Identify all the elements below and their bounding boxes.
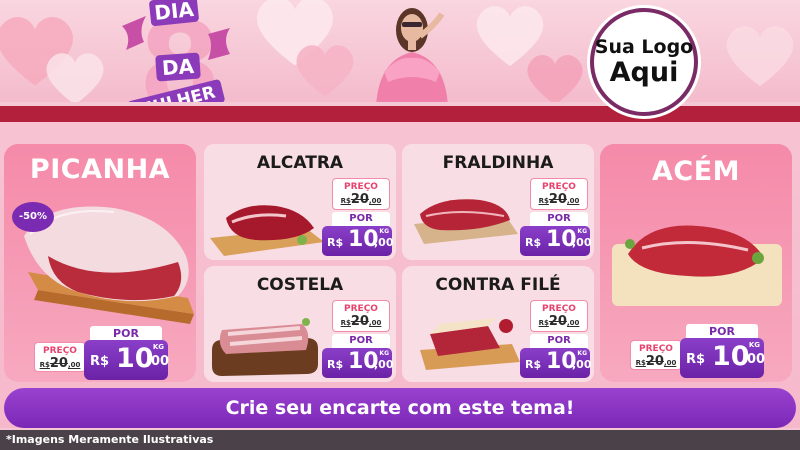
old-price-value: 20 [350,192,369,207]
old-price-value: 20 [350,314,369,329]
new-price-box: R$ 10 ,00 KG [520,226,592,256]
heart-decoration-icon [720,20,800,90]
old-price-cents: ,00 [368,197,382,205]
old-price-cents: ,00 [566,319,580,327]
price-unit: KG [152,343,164,351]
old-price: R$20,00 [333,193,389,208]
header-banner: 8 DIA DA MULHER Sua Logo Aqui [0,0,800,122]
alcatra-image [206,182,326,258]
old-price-box: PREÇO R$20,00 [34,342,86,372]
old-price-value: 20 [548,192,567,207]
product-title: FRALDINHA [442,153,554,173]
price-cents: ,00 [374,358,394,371]
woman-photo [362,2,462,108]
old-price-currency: R$ [538,319,549,327]
old-price-currency: R$ [39,361,50,369]
price-unit: KG [379,350,389,357]
old-price: R$20,00 [35,357,85,372]
old-price-cents: ,00 [67,361,81,369]
contra-file-image [416,308,526,374]
product-card-alcatra[interactable]: ALCATRA PREÇO R$20,00 POR R$ 10 ,00 KG [204,144,396,260]
price-cents: ,00 [572,236,592,249]
cta-banner[interactable]: Crie seu encarte com este tema! [4,388,796,428]
old-price-box: PREÇO R$20,00 [530,178,588,210]
product-title: ALCATRA [256,153,344,173]
old-price-value: 20 [645,354,664,369]
old-price-currency: R$ [538,197,549,205]
heart-decoration-icon [520,50,590,108]
old-price-box: PREÇO R$20,00 [332,178,390,210]
old-price-value: 20 [49,356,68,371]
new-price-box: R$ 10 ,00 KG [84,340,170,380]
price-cents: ,00 [572,358,592,371]
price-unit: KG [379,228,389,235]
heart-decoration-icon [290,40,360,100]
old-price-value: 20 [548,314,567,329]
new-price-box: R$ 10 ,00 KG [680,338,766,378]
new-price-box: R$ 10 ,00 KG [322,226,394,256]
por-label: POR [530,334,588,348]
old-price: R$20,00 [333,315,389,330]
product-title: CONTRA FILÉ [435,275,561,295]
header-stripe [0,106,800,122]
logo-text-da: DA [155,52,201,82]
price-unit: KG [577,350,587,357]
price-currency: R$ [525,358,542,371]
old-price: R$20,00 [531,315,587,330]
por-label: POR [332,334,390,348]
brand-logo-line2: Aqui [609,57,679,88]
old-price-box: PREÇO R$20,00 [530,300,588,332]
old-price: R$20,00 [531,193,587,208]
fraldinha-image [410,190,520,246]
acem-image [608,214,786,310]
old-price-currency: R$ [340,319,351,327]
new-price-box: R$ 10 ,00 KG [322,348,394,378]
product-card-fraldinha[interactable]: FRALDINHA PREÇO R$20,00 POR R$ 10 ,00 KG [402,144,594,260]
price-currency: R$ [327,358,344,371]
old-price-currency: R$ [340,197,351,205]
product-card-contra-file[interactable]: CONTRA FILÉ PREÇO R$20,00 POR R$ 10 ,00 … [402,266,594,382]
old-price-cents: ,00 [566,197,580,205]
old-price-cents: ,00 [663,359,677,367]
old-price-currency: R$ [635,359,646,367]
product-card-costela[interactable]: COSTELA PREÇO R$20,00 POR R$ 10 ,00 KG [204,266,396,382]
brand-logo-line1: Sua Logo [594,36,694,58]
featured-title: PICANHA [29,154,171,185]
price-currency: R$ [90,354,110,369]
price-unit: KG [748,341,760,349]
old-price-box: PREÇO R$20,00 [332,300,390,332]
por-label: POR [332,212,390,226]
old-price: R$20,00 [631,355,681,370]
price-cents: ,00 [374,236,394,249]
featured-card-picanha[interactable]: PICANHA PREÇO R$20,00 POR R$ 10 ,00 KG [4,144,196,382]
old-price-cents: ,00 [368,319,382,327]
price-unit: KG [577,228,587,235]
por-label: POR [530,212,588,226]
heart-decoration-icon [40,48,110,108]
new-price-box: R$ 10 ,00 KG [520,348,592,378]
brand-logo-placeholder[interactable]: Sua Logo Aqui [590,8,698,116]
price-currency: R$ [327,236,344,249]
featured-title: ACÉM [651,156,741,187]
price-currency: R$ [525,236,542,249]
price-cents: ,00 [146,354,170,369]
footer-disclaimer: *Imagens Meramente Ilustrativas [0,430,800,450]
product-title: COSTELA [256,275,344,295]
price-currency: R$ [686,352,706,367]
featured-card-acem[interactable]: ACÉM PREÇO R$20,00 POR R$ 10 ,00 KG [600,144,792,382]
discount-badge: -50% [12,202,54,232]
costela-image [208,310,324,378]
old-price-box: PREÇO R$20,00 [630,340,682,370]
price-cents: ,00 [742,352,766,367]
